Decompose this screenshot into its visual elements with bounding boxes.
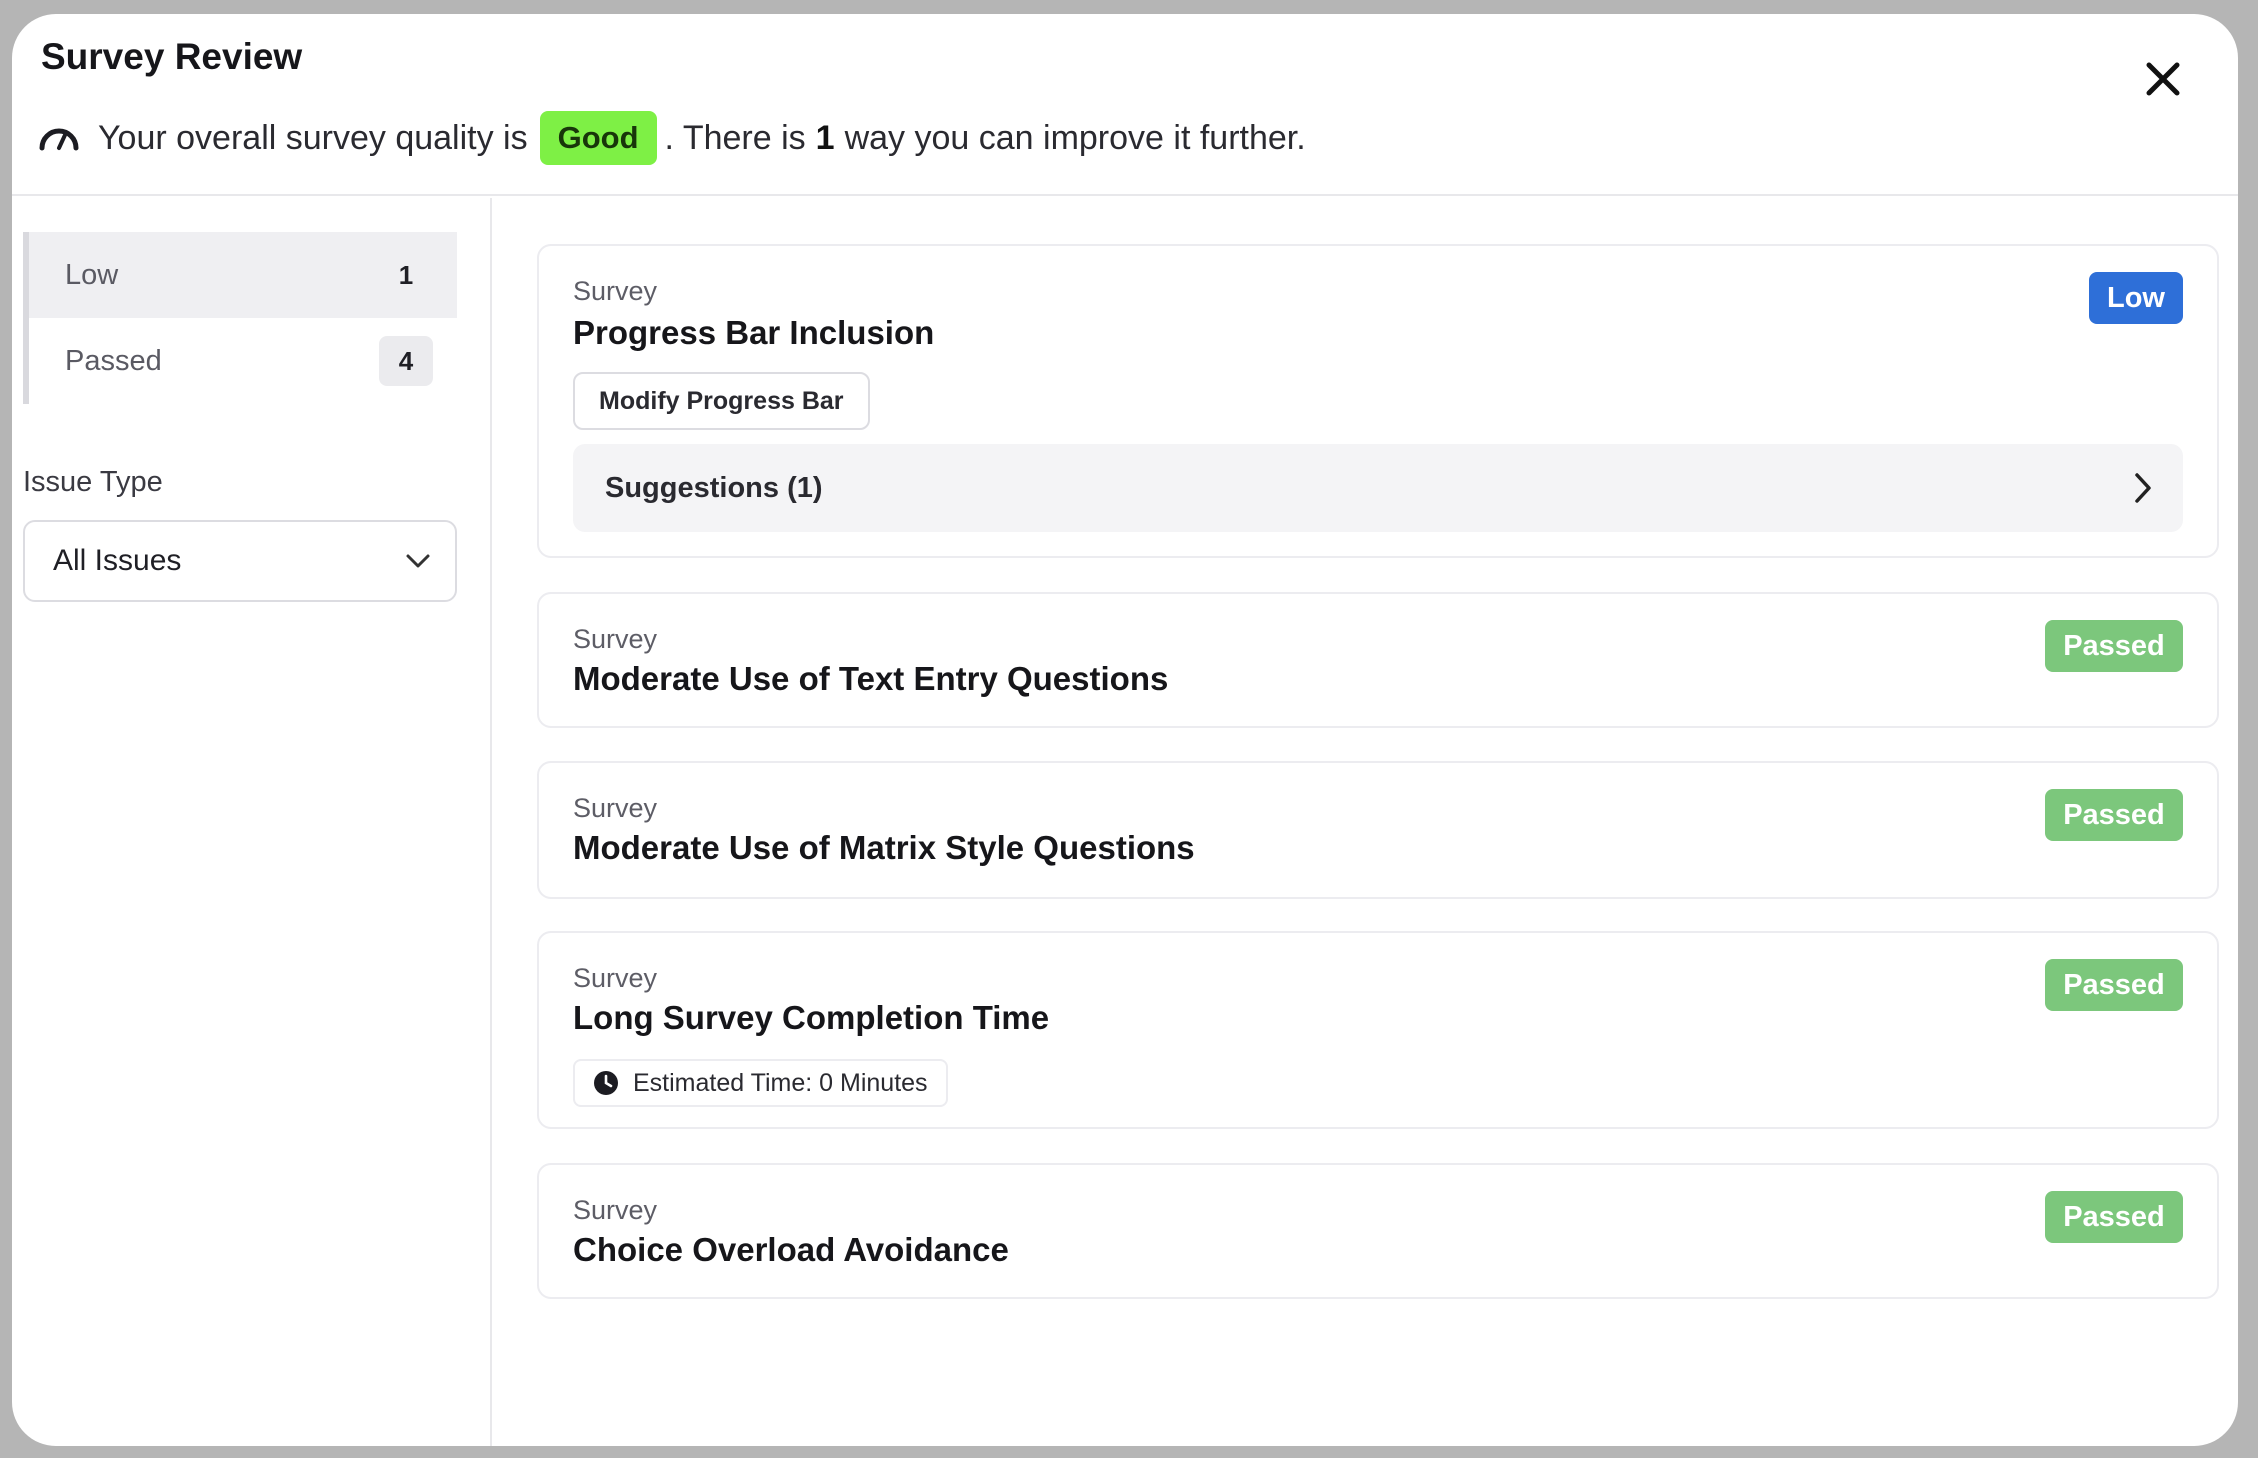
status-badge: Passed bbox=[2045, 1191, 2183, 1243]
filter-label: Low bbox=[65, 258, 119, 291]
status-badge: Passed bbox=[2045, 620, 2183, 672]
quality-summary: Your overall survey quality is Good . Th… bbox=[38, 108, 1306, 168]
filter-passed[interactable]: Passed 4 bbox=[29, 318, 457, 404]
chevron-down-icon bbox=[406, 554, 430, 568]
issue-type-value: All Issues bbox=[53, 544, 182, 577]
card-title: Choice Overload Avoidance bbox=[573, 1231, 1009, 1268]
status-badge: Passed bbox=[2045, 789, 2183, 841]
close-icon bbox=[2146, 62, 2180, 96]
card-title: Moderate Use of Matrix Style Questions bbox=[573, 829, 1195, 866]
card-category: Survey bbox=[573, 963, 658, 993]
estimated-time-label: Estimated Time: 0 Minutes bbox=[633, 1068, 928, 1097]
status-badge: Passed bbox=[2045, 959, 2183, 1011]
quality-prefix: Your overall survey quality is bbox=[98, 118, 528, 157]
filter-label: Passed bbox=[65, 344, 162, 377]
review-card: Survey Moderate Use of Text Entry Questi… bbox=[537, 592, 2219, 728]
review-card: Survey Choice Overload Avoidance Passed bbox=[537, 1163, 2219, 1299]
modal-header: Survey Review Your overall survey qualit… bbox=[12, 14, 2238, 196]
filter-low[interactable]: Low 1 bbox=[29, 232, 457, 318]
chevron-right-icon bbox=[2135, 473, 2151, 503]
card-category: Survey bbox=[573, 1195, 658, 1225]
improve-count: 1 bbox=[815, 118, 835, 157]
gauge-icon bbox=[39, 128, 79, 151]
card-category: Survey bbox=[573, 793, 658, 823]
card-category: Survey bbox=[573, 624, 658, 654]
quality-badge: Good bbox=[539, 111, 657, 165]
card-title: Moderate Use of Text Entry Questions bbox=[573, 660, 1169, 697]
filter-count: 4 bbox=[379, 336, 433, 386]
severity-filter-list: Low 1 Passed 4 bbox=[23, 232, 457, 404]
card-title: Long Survey Completion Time bbox=[573, 999, 1050, 1036]
review-list: Survey Progress Bar Inclusion Low Modify… bbox=[494, 198, 2238, 1446]
card-title: Progress Bar Inclusion bbox=[573, 314, 935, 351]
issue-type-select[interactable]: All Issues bbox=[23, 520, 457, 602]
review-card: Survey Progress Bar Inclusion Low Modify… bbox=[537, 244, 2219, 558]
suggestions-row[interactable]: Suggestions (1) bbox=[573, 444, 2183, 532]
quality-middle: . There is bbox=[664, 118, 806, 157]
estimated-time-chip: Estimated Time: 0 Minutes bbox=[573, 1059, 948, 1107]
close-button[interactable] bbox=[2140, 56, 2186, 102]
suggestions-label: Suggestions (1) bbox=[605, 471, 823, 504]
review-card: Survey Long Survey Completion Time Passe… bbox=[537, 931, 2219, 1129]
modify-progress-bar-button[interactable]: Modify Progress Bar bbox=[573, 372, 870, 430]
quality-suffix: way you can improve it further. bbox=[844, 118, 1306, 157]
clock-icon bbox=[594, 1071, 618, 1095]
severity-badge: Low bbox=[2089, 272, 2183, 324]
sidebar: Low 1 Passed 4 Issue Type All Issues bbox=[12, 198, 492, 1446]
issue-type-label: Issue Type bbox=[23, 466, 163, 498]
survey-review-modal: Survey Review Your overall survey qualit… bbox=[12, 14, 2238, 1446]
filter-count: 1 bbox=[398, 259, 414, 290]
card-category: Survey bbox=[573, 276, 658, 306]
review-card: Survey Moderate Use of Matrix Style Ques… bbox=[537, 761, 2219, 899]
modal-title: Survey Review bbox=[41, 36, 303, 77]
